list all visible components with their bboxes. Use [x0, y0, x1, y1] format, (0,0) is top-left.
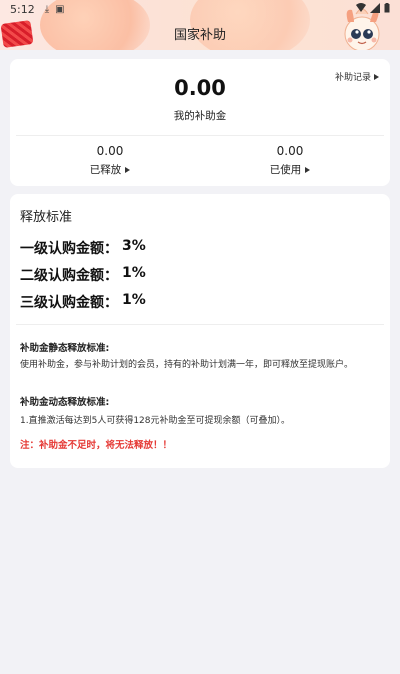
released-value: 0.00 — [96, 144, 124, 158]
used-stat[interactable]: 0.00 已使用 — [195, 144, 385, 177]
level-1-row: 一级认购金额： 3% — [20, 238, 146, 258]
divider — [16, 135, 384, 136]
status-time: 5:12 — [10, 2, 35, 16]
release-rules-card: 释放标准 一级认购金额： 3% 二级认购金额： 1% 三级认购金额： 1% 补助… — [10, 194, 390, 468]
level-rate: 1% — [122, 292, 146, 308]
static-rule-text: 使用补助金，参与补助计划的会员，持有的补助计划满一年，即可释放至提现账户。 — [20, 360, 354, 370]
status-icons — [356, 3, 390, 13]
level-label: 二级认购金额： — [20, 268, 118, 284]
battery-icon — [384, 3, 390, 13]
triangle-right-icon — [125, 166, 131, 173]
total-subsidy-label: 我的补助金 — [173, 110, 227, 122]
download-icon: ⤓ — [44, 3, 50, 15]
signal-icon — [370, 3, 380, 13]
level-rate: 1% — [122, 265, 146, 281]
used-value: 0.00 — [276, 144, 304, 158]
used-label: 已使用 — [269, 164, 302, 176]
divider — [16, 324, 384, 325]
triangle-right-icon — [305, 166, 311, 173]
status-bar: 5:12 ⤓ ▣ — [0, 0, 400, 18]
notification-icon: ▣ — [55, 3, 65, 15]
header-banner: 5:12 ⤓ ▣ 国家补助 — [0, 0, 400, 50]
section-title: 释放标准 — [20, 210, 73, 225]
dynamic-rule-text: 1.直推激活每达到5人可获得128元补助金至可提现余额（可叠加）。 — [20, 416, 290, 426]
page-title: 国家补助 — [173, 28, 226, 43]
level-rate: 3% — [122, 238, 146, 254]
static-rule-heading: 补助金静态释放标准: — [20, 343, 110, 354]
dynamic-rule-heading: 补助金动态释放标准: — [20, 397, 110, 408]
subsidy-summary-card: 补助记录 0.00 我的补助金 0.00 已释放 0.00 已使用 — [10, 59, 390, 186]
total-subsidy-amount: 0.00 — [174, 76, 226, 100]
released-label: 已释放 — [89, 164, 122, 176]
level-label: 三级认购金额： — [20, 295, 118, 311]
warning-text: 注：补助金不足时，将无法释放！！ — [20, 440, 173, 451]
released-stat[interactable]: 0.00 已释放 — [15, 144, 205, 177]
level-label: 一级认购金额： — [20, 241, 118, 257]
level-3-row: 三级认购金额： 1% — [20, 292, 146, 312]
level-2-row: 二级认购金额： 1% — [20, 265, 146, 285]
wifi-icon — [356, 3, 366, 12]
